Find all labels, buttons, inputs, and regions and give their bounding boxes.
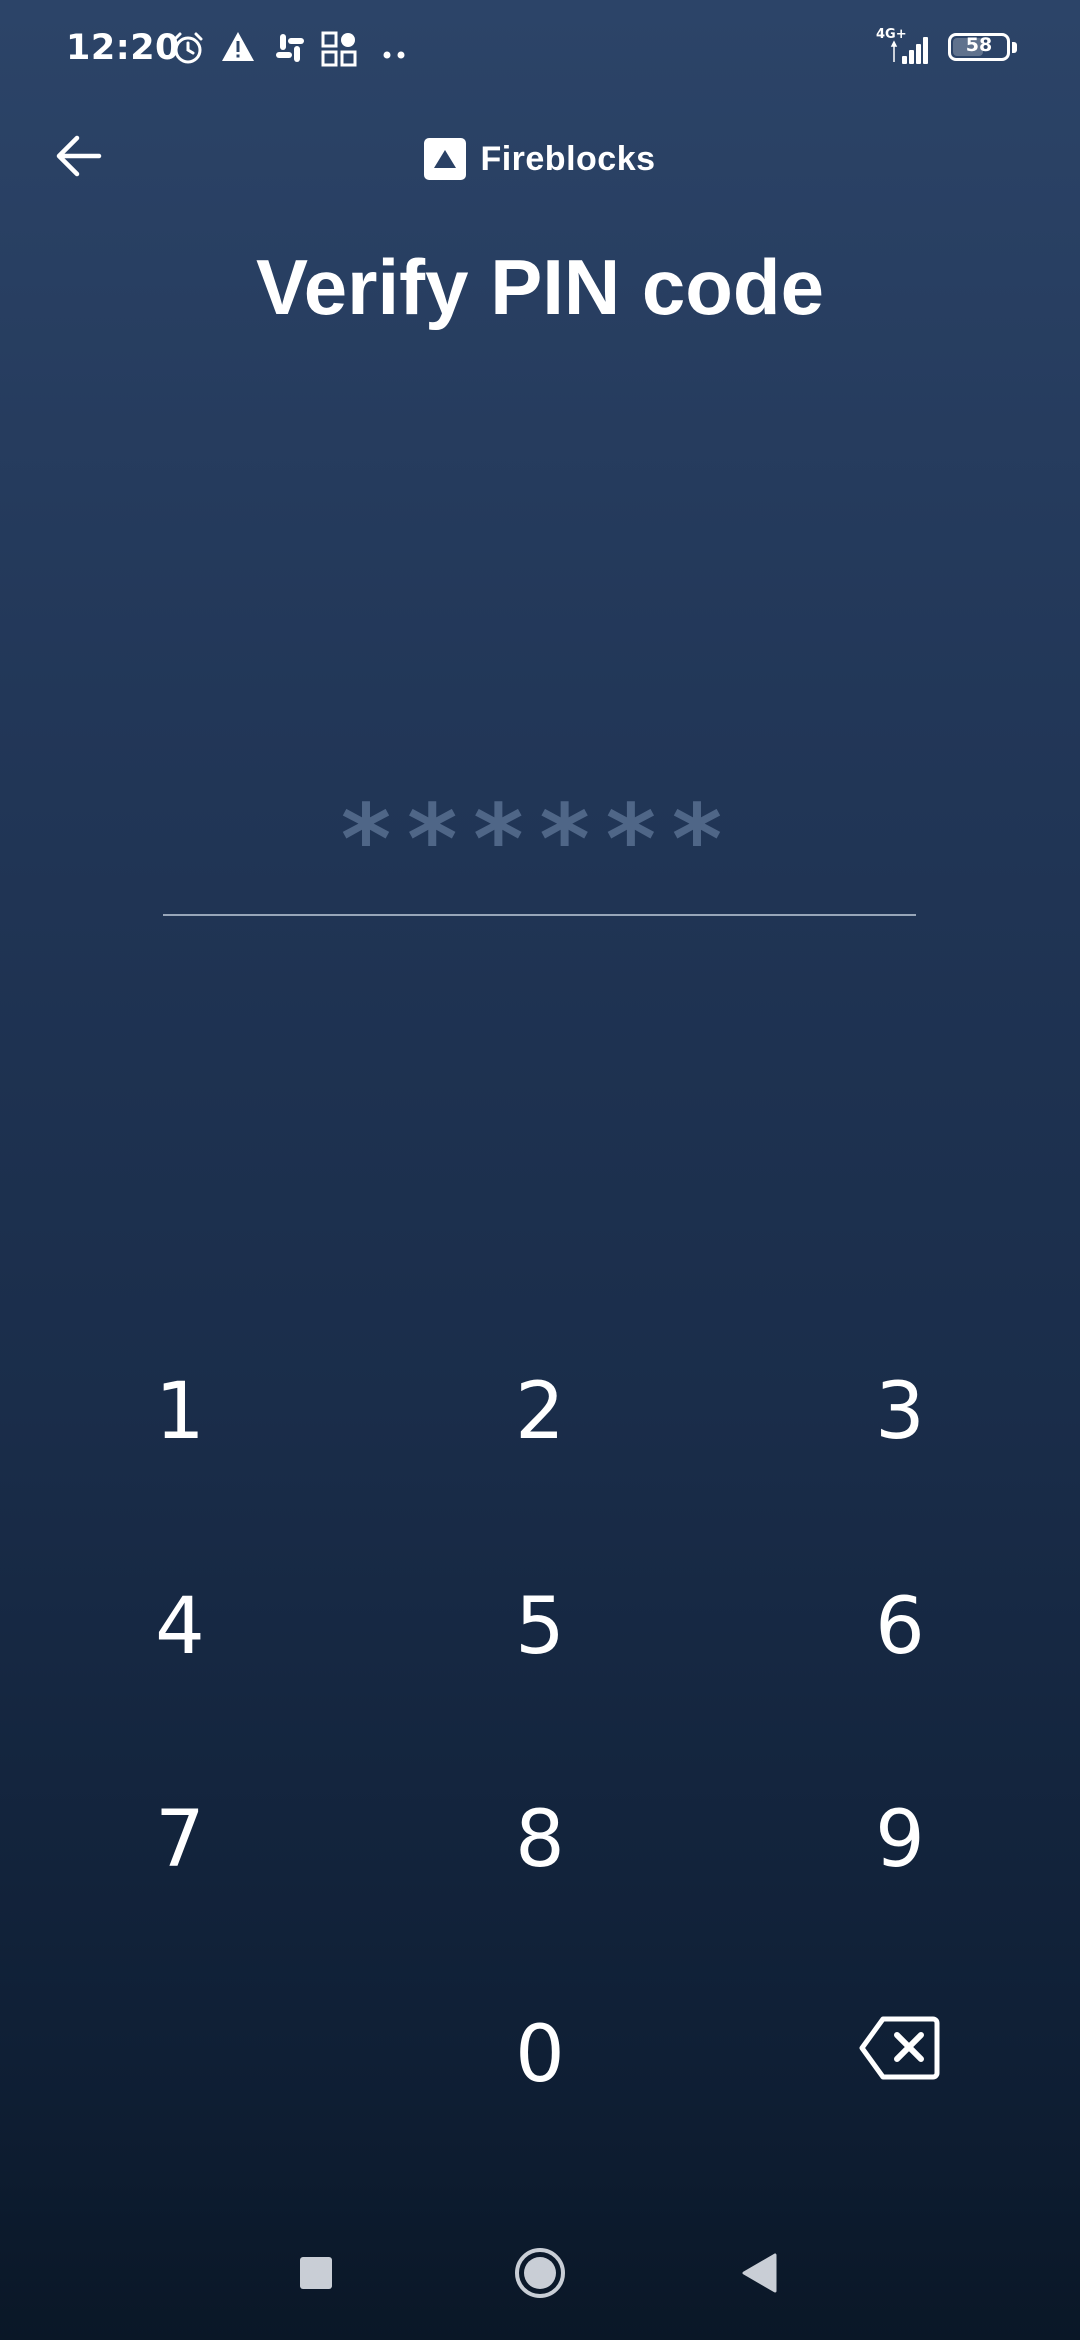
key-6[interactable]: 6 [760, 1527, 1040, 1727]
more-dots-icon [383, 44, 407, 63]
key-3[interactable]: 3 [760, 1312, 1040, 1512]
backspace-icon [859, 2010, 941, 2100]
brand-name: Fireblocks [480, 139, 656, 178]
key-2[interactable]: 2 [400, 1312, 680, 1512]
key-4[interactable]: 4 [40, 1527, 320, 1727]
signal-icon [890, 32, 934, 70]
key-0[interactable]: 0 [400, 1955, 680, 2155]
key-1[interactable]: 1 [40, 1312, 320, 1512]
home-circle-icon [513, 2246, 567, 2304]
apps-icon [320, 30, 358, 72]
pin-underline [163, 914, 916, 916]
back-triangle-icon [741, 2253, 779, 2297]
delete-button[interactable] [760, 1955, 1040, 2155]
battery-level: 58 [965, 34, 993, 56]
numeric-keypad: 1 2 3 4 5 6 7 8 9 0 [0, 1312, 1080, 2172]
home-button[interactable] [480, 2210, 600, 2340]
nav-back-button[interactable] [700, 2210, 820, 2340]
battery-nub [1012, 42, 1017, 53]
brand-header: Fireblocks [0, 138, 1080, 180]
fireblocks-logo-icon [424, 138, 467, 180]
key-9[interactable]: 9 [760, 1740, 1040, 1940]
recents-square-icon [299, 2256, 333, 2294]
navigation-bar [0, 2210, 1080, 2340]
status-bar: 12:20 4G+ 58 [0, 0, 1080, 100]
pin-input[interactable]: ****** [163, 790, 916, 916]
status-time: 12:20 [66, 28, 180, 68]
battery-icon: 58 [948, 33, 1010, 61]
warning-icon [220, 30, 256, 68]
page-title: Verify PIN code [256, 243, 824, 331]
key-5[interactable]: 5 [400, 1527, 680, 1727]
key-8[interactable]: 8 [400, 1740, 680, 1940]
recents-button[interactable] [256, 2210, 376, 2340]
alarm-icon [170, 30, 206, 70]
slack-icon [272, 30, 308, 70]
pin-placeholder: ****** [340, 784, 739, 896]
key-7[interactable]: 7 [40, 1740, 320, 1940]
